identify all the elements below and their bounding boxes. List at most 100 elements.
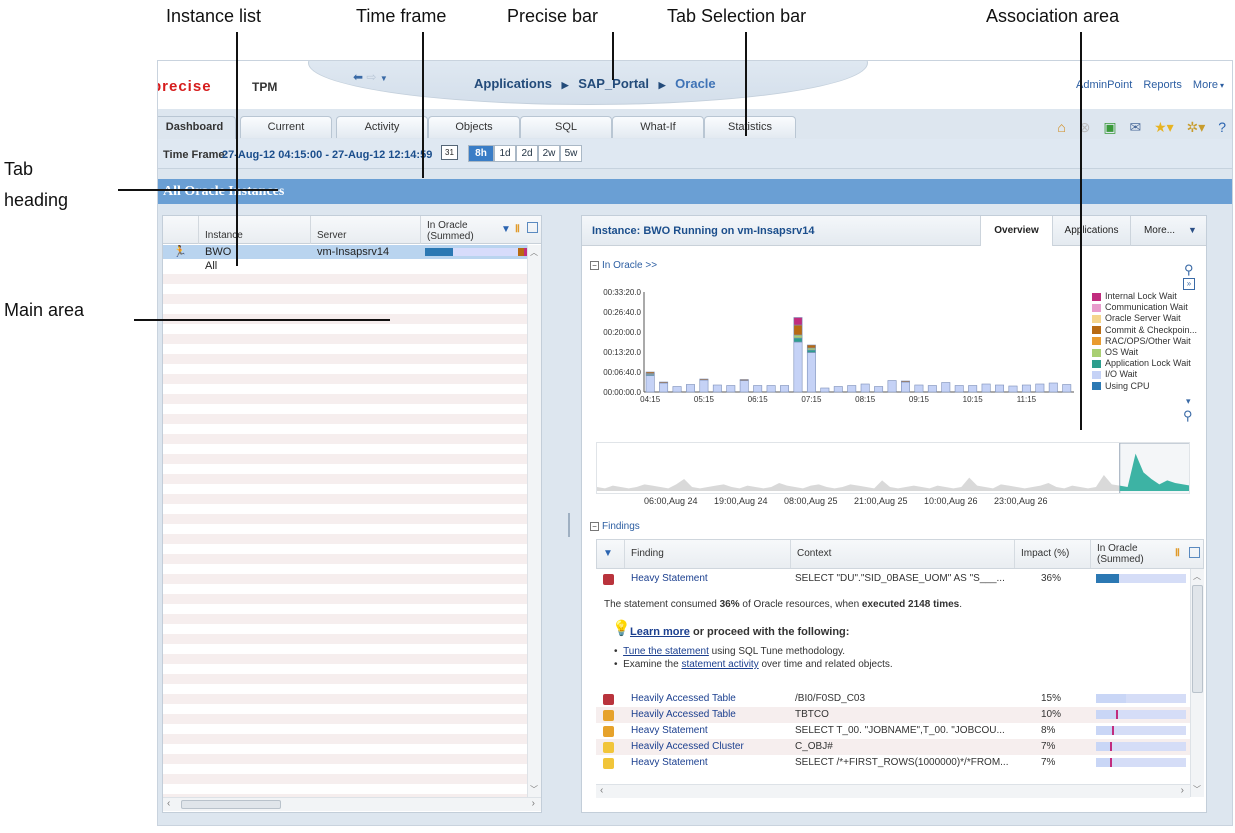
help-icon[interactable]: ? <box>1218 119 1226 135</box>
scroll-up-icon[interactable]: ︿ <box>530 247 538 258</box>
table-row[interactable]: 🏃 BWO vm-Insapsrv14 <box>163 245 541 259</box>
splitter-handle[interactable] <box>568 513 570 537</box>
sort-down-icon[interactable]: ▼ <box>501 224 511 235</box>
header-context[interactable]: Context <box>791 540 1015 568</box>
instance-name[interactable]: All <box>205 260 217 272</box>
finding-name[interactable]: Heavy Statement <box>631 755 708 771</box>
finding-row[interactable]: Heavy Statement SELECT /*+FIRST_ROWS(1000… <box>596 755 1190 771</box>
finding-row[interactable]: Heavily Accessed Cluster C_OBJ# 7% <box>596 739 1190 755</box>
inoracle-link[interactable]: In Oracle >> <box>602 260 657 271</box>
column-chart-icon[interactable]: Ⅱ <box>515 224 520 235</box>
header-inoracle[interactable]: In Oracle (Summed) <box>1091 540 1167 568</box>
legend-item[interactable]: I/O Wait <box>1092 369 1197 380</box>
timeframe-5w-button[interactable]: 5w <box>560 145 582 162</box>
more-menu[interactable]: More <box>1193 79 1218 91</box>
statement-activity-link[interactable]: statement activity <box>681 659 758 670</box>
adminpoint-link[interactable]: AdminPoint <box>1076 79 1132 91</box>
more-dropdown-icon[interactable]: ▼ <box>1188 225 1197 235</box>
expand-legend-icon[interactable]: » <box>1183 278 1195 290</box>
header-inoracle[interactable]: In Oracle (Summed) <box>421 216 491 244</box>
tab-overview[interactable]: Overview <box>980 216 1052 246</box>
finding-row[interactable]: Heavily Accessed Table TBTCO 10% <box>596 707 1190 723</box>
save-icon[interactable]: ▣ <box>1103 119 1116 135</box>
timeframe-2d-button[interactable]: 2d <box>516 145 538 162</box>
scroll-down-icon[interactable]: ﹀ <box>530 784 538 795</box>
mail-icon[interactable]: ✉ <box>1129 119 1141 135</box>
findings-section-label[interactable]: − Findings <box>590 521 640 532</box>
scroll-left-icon[interactable]: ‹ <box>600 785 603 796</box>
legend-item[interactable]: Commit & Checkpoin... <box>1092 325 1197 336</box>
tab-more[interactable]: More... <box>1130 216 1188 246</box>
scroll-up-icon[interactable]: ︿ <box>1193 571 1201 582</box>
instance-name[interactable]: BWO <box>205 246 231 258</box>
header-server[interactable]: Server <box>311 216 421 244</box>
scroll-right-icon[interactable]: › <box>532 798 535 809</box>
forward-arrow-icon[interactable]: ⇨ <box>366 70 376 84</box>
time-frame-value[interactable]: 27-Aug-12 04:15:00 - 27-Aug-12 12:14:59 <box>222 149 432 161</box>
findings-link[interactable]: Findings <box>602 521 640 532</box>
header-finding[interactable]: Finding <box>625 540 791 568</box>
star-icon[interactable]: ★▾ <box>1154 119 1174 135</box>
finding-name[interactable]: Heavily Accessed Cluster <box>631 739 744 755</box>
overview-timeline-chart[interactable] <box>596 442 1190 494</box>
column-settings-icon[interactable] <box>1189 547 1200 558</box>
legend-item[interactable]: Communication Wait <box>1092 302 1197 313</box>
home-icon[interactable]: ⌂ <box>1057 119 1065 135</box>
gear-icon[interactable]: ✲▾ <box>1187 119 1206 135</box>
inoracle-section-label[interactable]: − In Oracle >> <box>590 260 657 271</box>
scroll-left-icon[interactable]: ‹ <box>167 798 170 809</box>
scroll-right-icon[interactable]: › <box>1181 785 1184 796</box>
header-instance[interactable]: Instance <box>199 216 311 244</box>
scroll-down-icon[interactable]: ﹀ <box>1193 784 1201 795</box>
more-dropdown-icon[interactable]: ▾ <box>1220 81 1224 90</box>
legend-item[interactable]: Internal Lock Wait <box>1092 291 1197 302</box>
legend-item[interactable]: Oracle Server Wait <box>1092 313 1197 324</box>
collapse-icon[interactable]: − <box>590 521 599 531</box>
legend-item[interactable]: OS Wait <box>1092 347 1197 358</box>
column-settings-icon[interactable] <box>527 222 538 233</box>
instance-list-hscroll[interactable]: ‹ › <box>163 797 541 811</box>
findings-hscroll[interactable]: ‹ › <box>596 784 1190 798</box>
tab-what-if[interactable]: What-If <box>612 116 704 138</box>
finding-row[interactable]: Heavy Statement SELECT T_00. "JOBNAME",T_… <box>596 723 1190 739</box>
column-chart-icon[interactable]: Ⅱ <box>1175 548 1180 559</box>
finding-row[interactable]: Heavy Statement SELECT "DU"."SID_0BASE_UO… <box>596 571 1190 587</box>
finding-name[interactable]: Heavily Accessed Table <box>631 691 736 707</box>
collapse-icon[interactable]: − <box>590 260 599 270</box>
tab-activity[interactable]: Activity <box>336 116 428 138</box>
tab-objects[interactable]: Objects <box>428 116 520 138</box>
timeframe-1d-button[interactable]: 1d <box>494 145 516 162</box>
nav-arrows[interactable]: ⬅ ⇨ ▼ <box>353 70 388 84</box>
table-row[interactable]: All <box>163 259 541 273</box>
reports-link[interactable]: Reports <box>1143 79 1182 91</box>
zoom-icon[interactable]: ⚲ <box>1184 262 1194 278</box>
finding-name[interactable]: Heavy Statement <box>631 723 708 739</box>
breadcrumb-applications[interactable]: Applications <box>474 76 552 91</box>
timeframe-8h-button[interactable]: 8h <box>468 145 494 162</box>
back-arrow-icon[interactable]: ⬅ <box>353 70 363 84</box>
tab-dashboard[interactable]: Dashboard <box>158 116 236 139</box>
header-impact[interactable]: Impact (%) <box>1015 540 1091 568</box>
tune-statement-link[interactable]: Tune the statement <box>623 646 709 657</box>
finding-name[interactable]: Heavy Statement <box>631 571 708 587</box>
legend-item[interactable]: RAC/OPS/Other Wait <box>1092 336 1197 347</box>
calendar-icon[interactable]: 31 <box>441 145 458 160</box>
findings-vscroll[interactable]: ︿ ﹀ <box>1190 569 1204 797</box>
hscroll-thumb[interactable] <box>181 800 281 809</box>
legend-item[interactable]: Using CPU <box>1092 381 1197 392</box>
tab-current[interactable]: Current <box>240 116 332 138</box>
legend-item[interactable]: Application Lock Wait <box>1092 358 1197 369</box>
zoom-out-icon[interactable]: ⚲ <box>1183 408 1193 424</box>
finding-name[interactable]: Heavily Accessed Table <box>631 707 736 723</box>
sort-down-icon[interactable]: ▼ <box>597 540 625 568</box>
finding-row[interactable]: Heavily Accessed Table/BI0/F0SD_C03 15% <box>596 691 1190 707</box>
breadcrumb-current[interactable]: Oracle <box>675 76 715 91</box>
vscroll-thumb[interactable] <box>1192 585 1203 693</box>
tab-sql[interactable]: SQL <box>520 116 612 138</box>
timeframe-2w-button[interactable]: 2w <box>538 145 560 162</box>
tab-statistics[interactable]: Statistics <box>704 116 796 138</box>
instance-list-vscroll[interactable]: ︿ ﹀ <box>527 245 541 797</box>
history-dropdown-icon[interactable]: ▼ <box>380 74 388 83</box>
tab-applications[interactable]: Applications <box>1052 216 1130 246</box>
learn-more-link[interactable]: Learn more <box>630 626 690 638</box>
